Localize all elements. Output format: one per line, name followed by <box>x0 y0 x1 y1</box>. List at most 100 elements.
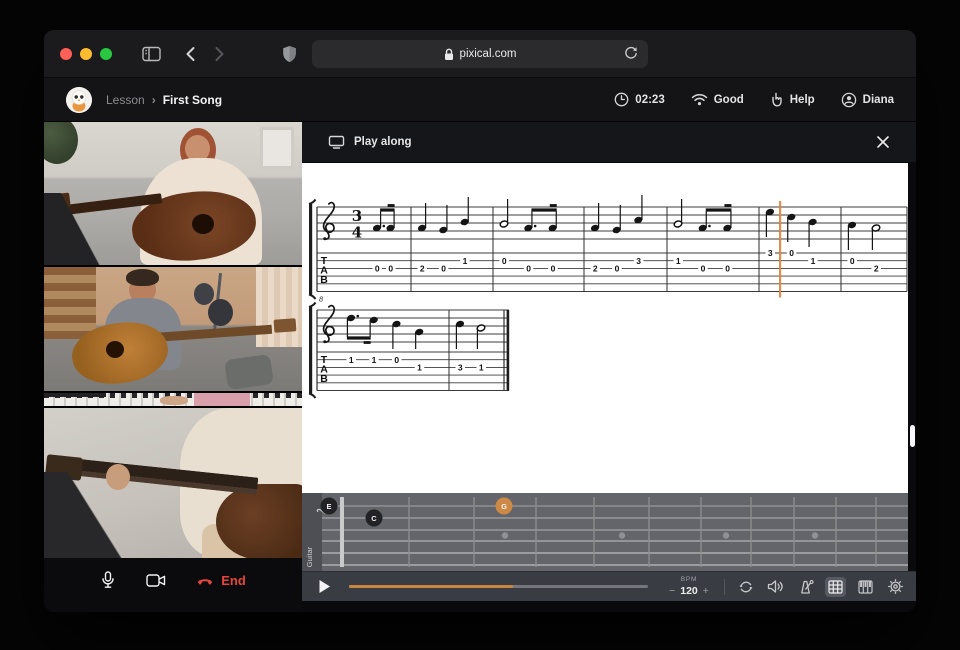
svg-text:0: 0 <box>394 355 399 365</box>
svg-text:1: 1 <box>676 256 681 266</box>
forward-button[interactable] <box>214 46 225 62</box>
svg-text:4: 4 <box>352 224 362 242</box>
back-button[interactable] <box>185 46 196 62</box>
svg-text:B: B <box>320 274 328 286</box>
play-along-panel: Play along 8TAB340020100020310030102TAB1… <box>302 122 916 612</box>
svg-text:0: 0 <box>615 264 620 274</box>
camera-icon <box>146 573 166 588</box>
progress-bar[interactable] <box>349 585 648 588</box>
svg-text:Guitar: Guitar <box>305 546 314 567</box>
clock-icon <box>614 92 629 107</box>
lock-icon <box>444 48 454 61</box>
svg-text:0: 0 <box>441 264 446 274</box>
browser-window: pixical.com Lesson › First Song 02:23 <box>44 30 916 612</box>
microphone-button[interactable] <box>100 571 116 589</box>
svg-text:3: 3 <box>768 248 773 258</box>
reload-icon[interactable] <box>623 45 639 61</box>
metronome-icon[interactable] <box>795 577 816 597</box>
video-call-panel: End <box>44 122 302 612</box>
fretboard-view-icon[interactable] <box>825 577 846 597</box>
svg-text:0: 0 <box>850 256 855 266</box>
end-call-label: End <box>221 573 246 588</box>
settings-gear-icon[interactable] <box>885 577 906 597</box>
repeat-icon[interactable] <box>735 577 756 597</box>
user-menu[interactable]: Diana <box>841 92 894 108</box>
bpm-control: BPM − 120 + <box>662 577 716 596</box>
svg-text:0: 0 <box>502 256 507 266</box>
svg-text:2: 2 <box>420 264 425 274</box>
breadcrumb-section[interactable]: Lesson <box>106 93 145 107</box>
sidebar-toggle-icon[interactable] <box>142 46 161 62</box>
monitor-icon <box>328 135 345 149</box>
lesson-timer: 02:23 <box>614 92 664 107</box>
svg-text:1: 1 <box>349 355 354 365</box>
svg-text:0: 0 <box>789 248 794 258</box>
bpm-decrease-button[interactable]: − <box>669 586 675 597</box>
svg-text:0: 0 <box>388 264 393 274</box>
connection-status: Good <box>691 93 744 106</box>
svg-text:1: 1 <box>479 363 484 373</box>
microphone-icon <box>100 571 116 589</box>
svg-text:E: E <box>326 502 331 511</box>
browser-chrome: pixical.com <box>44 30 916 78</box>
svg-text:1: 1 <box>463 256 468 266</box>
user-name: Diana <box>863 94 894 106</box>
scrollbar-track[interactable] <box>908 163 916 571</box>
svg-text:B: B <box>320 373 328 385</box>
teacher-video[interactable] <box>44 122 302 265</box>
help-label: Help <box>790 94 815 106</box>
camera-button[interactable] <box>146 573 166 588</box>
window-bottom-edge <box>302 601 916 612</box>
close-panel-button[interactable] <box>876 135 890 149</box>
closeup-video[interactable] <box>44 408 302 558</box>
svg-text:2: 2 <box>593 264 598 274</box>
svg-text:0: 0 <box>701 264 706 274</box>
user-icon <box>841 92 857 108</box>
url-text: pixical.com <box>460 48 517 60</box>
lesson-avatar <box>66 87 92 113</box>
svg-text:2: 2 <box>874 264 879 274</box>
minimize-window-button[interactable] <box>80 48 92 60</box>
piano-view-icon[interactable] <box>855 577 876 597</box>
bpm-value: 120 <box>680 586 698 597</box>
svg-text:0: 0 <box>526 264 531 274</box>
help-button[interactable]: Help <box>770 92 815 108</box>
zoom-window-button[interactable] <box>100 48 112 60</box>
progress-fill <box>349 585 513 588</box>
lesson-header: Lesson › First Song 02:23 Good H <box>44 78 916 122</box>
svg-text:0: 0 <box>375 264 380 274</box>
svg-text:3: 3 <box>458 363 463 373</box>
address-bar[interactable]: pixical.com <box>312 40 648 68</box>
fretboard-svg[interactable]: Guitar E C G <box>302 493 916 571</box>
svg-text:G: G <box>501 502 507 511</box>
breadcrumb-page-title: First Song <box>163 93 222 107</box>
svg-text:0: 0 <box>725 264 730 274</box>
svg-text:1: 1 <box>811 256 816 266</box>
wifi-icon <box>691 93 708 106</box>
play-button[interactable] <box>314 577 335 597</box>
scrollbar-thumb[interactable] <box>910 425 915 447</box>
close-window-button[interactable] <box>60 48 72 60</box>
bpm-label: BPM <box>681 577 698 584</box>
volume-icon[interactable] <box>765 577 786 597</box>
connection-quality: Good <box>714 94 744 106</box>
hand-icon <box>770 92 784 108</box>
svg-text:3: 3 <box>352 207 362 225</box>
svg-text:0: 0 <box>551 264 556 274</box>
shield-icon[interactable] <box>282 45 297 63</box>
piano-video-strip[interactable] <box>44 393 302 406</box>
svg-text:1: 1 <box>417 363 422 373</box>
end-call-button[interactable]: End <box>196 573 246 588</box>
play-along-header: Play along <box>302 122 916 163</box>
svg-text:C: C <box>371 514 377 523</box>
svg-text:8: 8 <box>319 295 324 304</box>
panel-title: Play along <box>354 136 412 148</box>
student-video[interactable] <box>44 267 302 392</box>
bpm-increase-button[interactable]: + <box>703 586 709 597</box>
fretboard-panel[interactable]: Guitar E C G <box>302 493 916 571</box>
score-svg[interactable]: 8TAB340020100020310030102TAB110131 <box>302 163 916 493</box>
sheet-music-area[interactable]: 8TAB340020100020310030102TAB110131 <box>302 163 916 493</box>
call-controls: End <box>44 558 302 612</box>
svg-text:3: 3 <box>636 256 641 266</box>
transport-bar: BPM − 120 + <box>302 571 916 601</box>
